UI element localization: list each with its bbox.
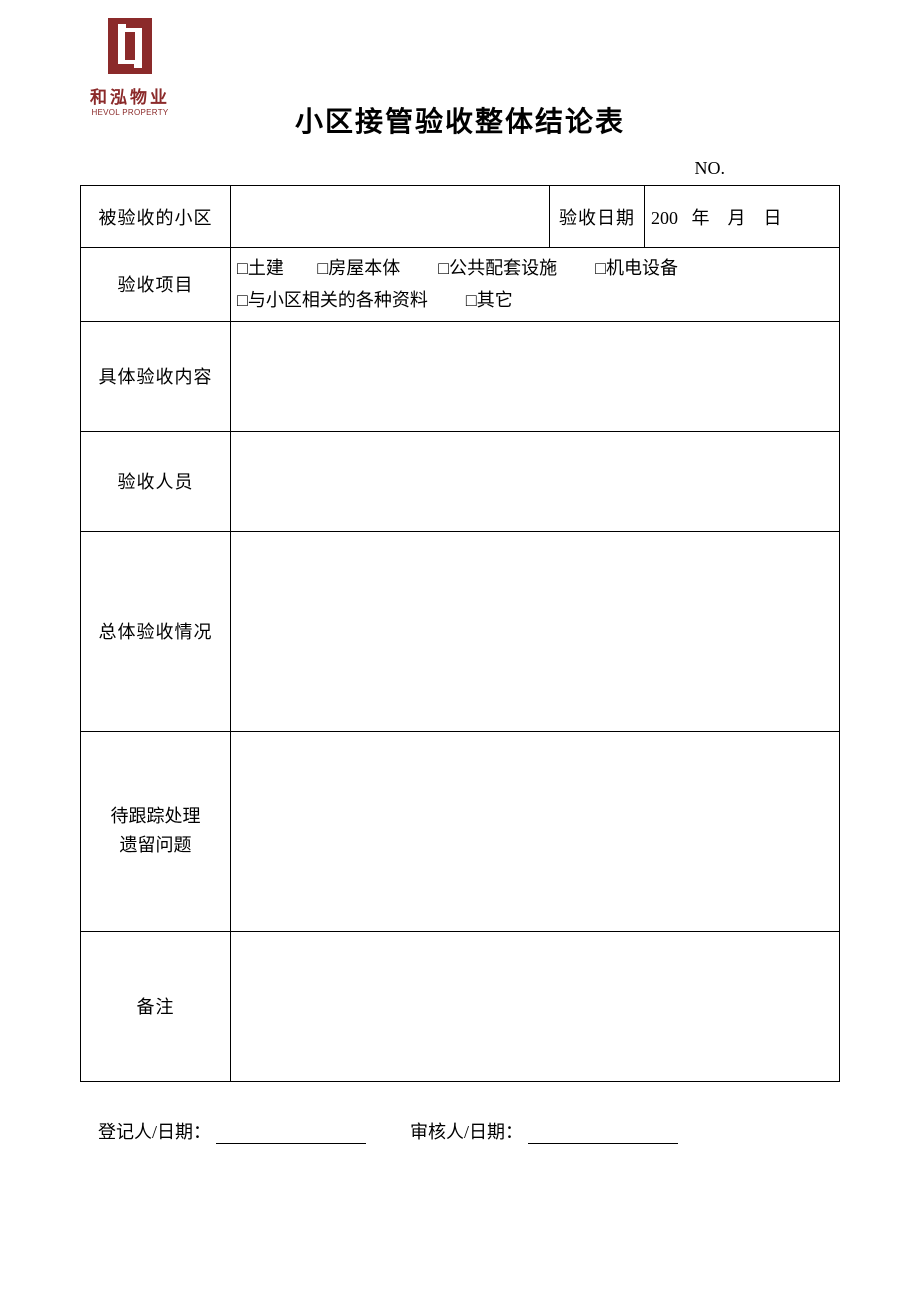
label-pending-issues: 待跟踪处理 遗留问题 [81,731,231,931]
date-value: 200 年 月 日 [651,204,782,230]
label-specific-content: 具体验收内容 [81,321,231,431]
label-reviewer: 审核人/日期： [410,1122,523,1142]
checkbox-building-body[interactable]: □房屋本体 [317,252,400,284]
label-overall-status: 总体验收情况 [81,531,231,731]
field-community[interactable] [231,186,550,248]
document-number-label: NO. [80,158,840,179]
field-registrar-signature[interactable] [216,1143,366,1144]
field-overall-status[interactable] [231,531,840,731]
label-acceptance-items: 验收项目 [81,248,231,322]
label-community: 被验收的小区 [81,186,231,248]
label-inspectors: 验收人员 [81,431,231,531]
field-acceptance-items: □土建 □房屋本体 □公共配套设施 □机电设备 □与小区相关的各种资料 □其它 [231,248,840,322]
field-acceptance-date[interactable]: 200 年 月 日 [645,186,840,248]
label-remarks: 备注 [81,931,231,1081]
page-title: 小区接管验收整体结论表 [80,100,840,140]
checkbox-related-materials[interactable]: □与小区相关的各种资料 [237,284,428,316]
field-remarks[interactable] [231,931,840,1081]
field-reviewer-signature[interactable] [528,1143,678,1144]
label-registrar: 登记人/日期： [98,1122,211,1142]
checkbox-public-facilities[interactable]: □公共配套设施 [438,252,557,284]
company-logo: 和泓物业 HEVOL PROPERTY [90,18,170,117]
checkbox-civil-construction[interactable]: □土建 [237,252,284,284]
label-acceptance-date: 验收日期 [550,186,645,248]
label-pending-issues-line1: 待跟踪处理 [111,806,201,826]
logo-icon [102,18,158,74]
label-pending-issues-line2: 遗留问题 [120,835,192,855]
logo-text-cn: 和泓物业 [90,83,170,108]
acceptance-form-table: 被验收的小区 验收日期 200 年 月 日 验收项目 □土建 □房屋本体 □公共… [80,185,840,1082]
field-inspectors[interactable] [231,431,840,531]
checkbox-other[interactable]: □其它 [466,284,513,316]
checkbox-electromechanical[interactable]: □机电设备 [595,252,678,284]
field-pending-issues[interactable] [231,731,840,931]
signature-footer: 登记人/日期： 审核人/日期： [80,1118,840,1144]
logo-text-en: HEVOL PROPERTY [90,108,170,117]
field-specific-content[interactable] [231,321,840,431]
